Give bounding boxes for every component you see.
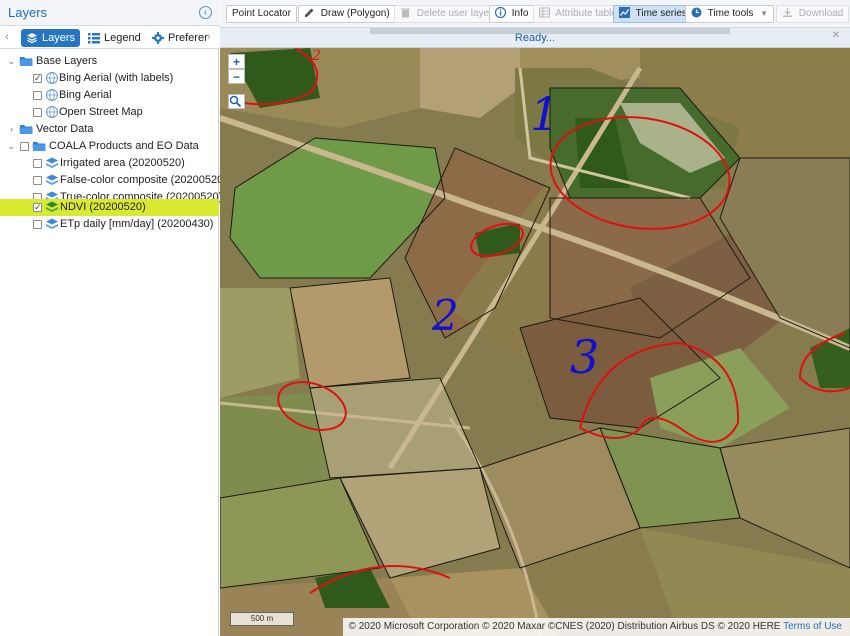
layer-checkbox[interactable]: [33, 199, 42, 216]
globe-basemap-icon: [46, 106, 58, 118]
scale-bar: 500 m: [230, 612, 294, 626]
map-attribution: © 2020 Microsoft Corporation © 2020 Maxa…: [342, 618, 850, 636]
tree-label: Bing Aerial (with labels): [59, 72, 174, 84]
tree-label: False-color composite (20200520): [60, 174, 227, 186]
trash-icon: [401, 8, 410, 18]
table-icon: [539, 7, 550, 18]
annotation-number: 2: [311, 48, 321, 64]
info-icon: [495, 7, 506, 18]
time-series-button[interactable]: Time series: [613, 5, 693, 23]
folder-icon: [19, 125, 33, 134]
tab-label: Preferer: [168, 32, 208, 44]
layer-checkbox[interactable]: [33, 108, 42, 117]
tab-layers[interactable]: Layers: [21, 29, 81, 47]
collapse-panel-icon[interactable]: ‹: [199, 6, 212, 19]
folder-icon: [19, 57, 33, 66]
tab-legend[interactable]: Legend: [83, 29, 146, 47]
zoom-box-button[interactable]: [228, 94, 245, 109]
layer-checkbox[interactable]: [33, 70, 42, 87]
info-button[interactable]: Info: [489, 5, 535, 23]
status-text: Ready...: [514, 32, 556, 44]
button-label: Info: [511, 8, 529, 19]
magnifier-icon: [229, 95, 242, 108]
list-icon: [88, 33, 100, 44]
globe-basemap-icon: [46, 89, 58, 101]
tree-item-bing-aerial-labels[interactable]: Bing Aerial (with labels): [0, 70, 219, 87]
time-tools-button[interactable]: Time tools ▼: [685, 5, 775, 23]
layer-checkbox[interactable]: [33, 91, 42, 100]
layers-panel: Layers ‹ ‹ Layers Legend Preferer › ⌄ Ba…: [0, 0, 227, 636]
layers-panel-header: Layers ‹: [0, 0, 219, 26]
panel-tabbar: ‹ Layers Legend Preferer ›: [0, 27, 219, 49]
button-label: Time tools: [707, 8, 754, 19]
button-label: Attribute table: [555, 8, 617, 19]
folder-icon: [32, 142, 46, 151]
button-label: Point Locator: [232, 8, 291, 19]
button-label: Time series: [635, 8, 687, 19]
layer-stack-icon: [46, 201, 58, 212]
tree-label: Vector Data: [36, 123, 94, 135]
point-locator-button[interactable]: Point Locator: [226, 5, 297, 23]
layer-checkbox[interactable]: [33, 159, 42, 168]
globe-basemap-icon: [46, 72, 58, 84]
folder-checkbox[interactable]: [20, 142, 29, 151]
delete-user-layer-button[interactable]: Delete user layer: [394, 5, 499, 23]
attribution-text: © 2020 Microsoft Corporation © 2020 Maxa…: [348, 621, 781, 632]
collapse-arrow-icon[interactable]: ⌄: [7, 138, 16, 155]
tree-item-bing-aerial[interactable]: Bing Aerial: [0, 87, 219, 104]
layer-stack-icon: [46, 218, 58, 229]
chart-icon: [619, 7, 630, 18]
attribute-table-button[interactable]: Attribute table: [533, 5, 623, 23]
tree-label: Bing Aerial: [59, 89, 112, 101]
button-label: Delete user layer: [416, 8, 493, 19]
tree-item-irrigated-area[interactable]: Irrigated area (20200520): [0, 155, 219, 172]
dropdown-arrow-icon[interactable]: ▼: [760, 6, 768, 22]
layer-checkbox[interactable]: [33, 176, 42, 185]
tree-folder-coala[interactable]: ⌄ COALA Products and EO Data: [0, 138, 219, 155]
app-window: Layers ‹ ‹ Layers Legend Preferer › ⌄ Ba…: [0, 0, 850, 636]
tree-item-false-color[interactable]: False-color composite (20200520): [0, 172, 227, 189]
zoom-in-button[interactable]: +: [228, 54, 245, 69]
tab-preferences[interactable]: Preferer: [147, 29, 213, 47]
tree-folder-base-layers[interactable]: ⌄ Base Layers: [0, 53, 219, 70]
tree-item-open-street-map[interactable]: Open Street Map: [0, 104, 219, 121]
expand-arrow-icon[interactable]: ›: [7, 121, 16, 138]
tree-label: ETp daily [mm/day] (20200430): [60, 218, 214, 230]
status-bar: Ready... ✕: [220, 28, 850, 48]
annotation-number: 2: [431, 291, 459, 340]
tree-folder-vector-data[interactable]: › Vector Data: [0, 121, 219, 138]
tab-scroll-left-icon[interactable]: ‹: [5, 31, 9, 43]
tab-scroll-right-icon[interactable]: ›: [207, 31, 211, 43]
layers-icon: [27, 33, 37, 44]
download-button[interactable]: Download: [776, 5, 850, 23]
map-toolbar: Point Locator Draw (Polygon) ▼ Delete us…: [220, 0, 850, 28]
zoom-out-button[interactable]: −: [228, 69, 245, 84]
tree-label: Base Layers: [36, 55, 98, 67]
tab-label: Legend: [104, 32, 141, 44]
annotation-number: 1: [530, 87, 559, 141]
button-label: Download: [798, 8, 844, 19]
collapse-arrow-icon[interactable]: ⌄: [7, 53, 16, 70]
terms-of-use-link[interactable]: Terms of Use: [783, 621, 842, 632]
satellite-imagery: 1 2 3 2: [220, 48, 850, 636]
tree-item-etp-daily[interactable]: ETp daily [mm/day] (20200430): [0, 216, 219, 233]
panel-title: Layers: [8, 5, 48, 20]
layer-stack-icon: [46, 174, 58, 185]
button-label: Draw (Polygon): [320, 8, 390, 19]
tree-label: COALA Products and EO Data: [49, 140, 199, 152]
tree-label: Open Street Map: [59, 106, 143, 118]
tree-label: NDVI (20200520): [60, 201, 146, 213]
layer-stack-icon: [46, 157, 58, 168]
tree-label: Irrigated area (20200520): [60, 157, 185, 169]
pencil-icon: [305, 8, 314, 17]
layer-checkbox[interactable]: [33, 220, 42, 229]
map-view[interactable]: 1 2 3 2 + − 500 m © 2020 Microsoft Corpo…: [220, 48, 850, 636]
download-icon: [783, 8, 792, 17]
tree-item-ndvi[interactable]: NDVI (20200520): [0, 199, 219, 216]
tab-label: Layers: [42, 32, 76, 44]
close-status-icon[interactable]: ✕: [832, 30, 840, 41]
clock-icon: [691, 7, 702, 18]
annotation-number: 3: [570, 330, 599, 384]
gear-icon: [152, 32, 164, 44]
